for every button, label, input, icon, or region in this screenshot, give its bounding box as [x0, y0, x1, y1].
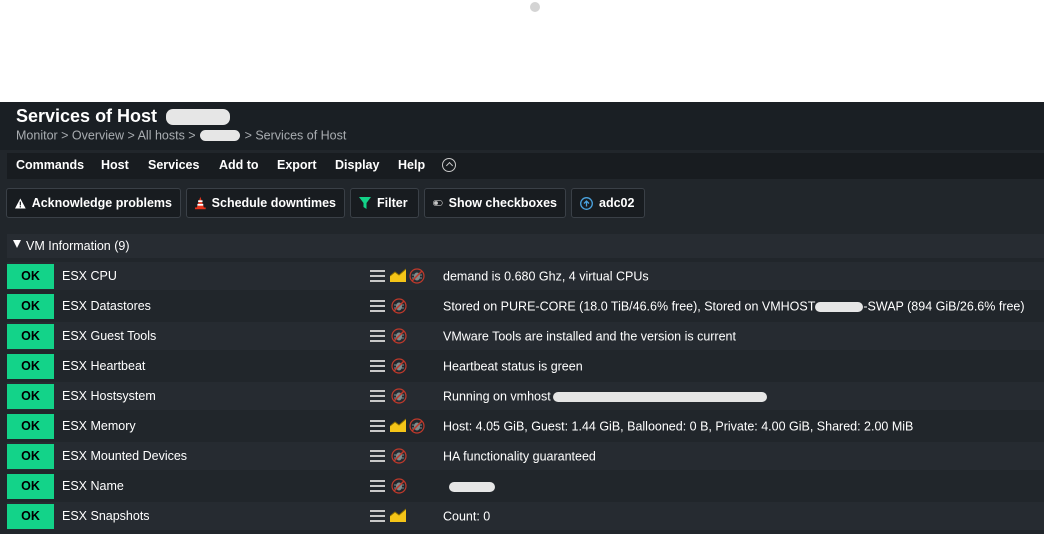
service-name[interactable]: ESX Memory	[62, 419, 136, 433]
notifications-disabled-icon[interactable]	[391, 448, 407, 464]
table-row: OK ESX Snapshots Count: 0	[7, 502, 1044, 530]
state-badge[interactable]: OK	[7, 384, 54, 409]
hamburger-menu-icon[interactable]	[370, 360, 385, 372]
service-name[interactable]: ESX Mounted Devices	[62, 449, 187, 463]
notifications-disabled-icon[interactable]	[409, 268, 425, 284]
state-badge[interactable]: OK	[7, 444, 54, 469]
title-bar: Services of Host Monitor > Overview > Al…	[0, 102, 1044, 150]
breadcrumb-current: > Services of Host	[244, 128, 347, 143]
state-badge[interactable]: OK	[7, 504, 54, 529]
table-row: OK ESX Mounted Devices HA functionality gu…	[7, 442, 1044, 470]
state-badge[interactable]: OK	[7, 264, 54, 289]
show-checkboxes-button[interactable]: Show checkboxes	[424, 188, 566, 218]
service-group-header: VM Information (9)	[7, 234, 1044, 258]
service-name[interactable]: ESX CPU	[62, 269, 117, 283]
menu-add-to[interactable]: Add to	[219, 158, 259, 172]
collapse-triangle-icon[interactable]	[13, 240, 21, 248]
hamburger-menu-icon[interactable]	[370, 270, 385, 282]
service-summary: Heartbeat status is green	[443, 359, 583, 374]
state-badge[interactable]: OK	[7, 414, 54, 439]
loading-indicator	[530, 2, 540, 12]
loading-area	[0, 0, 1044, 102]
table-row: OK ESX Heartbeat Heartbeat status is green	[7, 352, 1044, 380]
table-row: OK ESX Guest Tools VMware Tools are instal…	[7, 322, 1044, 350]
service-summary: Stored on PURE-CORE (18.0 TiB/46.6% free…	[443, 299, 1025, 314]
state-badge[interactable]: OK	[7, 354, 54, 379]
warning-icon	[15, 198, 26, 208]
hamburger-menu-icon[interactable]	[370, 510, 385, 522]
service-summary: Count: 0	[443, 509, 491, 524]
hamburger-menu-icon[interactable]	[370, 480, 385, 492]
menu-help[interactable]: Help	[398, 158, 425, 172]
table-row: OK ESX Name	[7, 472, 1044, 500]
acknowledge-problems-button[interactable]: Acknowledge problems	[6, 188, 181, 218]
hamburger-menu-icon[interactable]	[370, 300, 385, 312]
service-summary: Running on vmhost	[443, 389, 767, 404]
service-summary	[443, 479, 495, 494]
filter-button[interactable]: Filter	[350, 188, 419, 218]
redacted-text	[552, 391, 767, 402]
service-summary: VMware Tools are installed and the versi…	[443, 329, 736, 344]
service-name[interactable]: ESX Datastores	[62, 299, 151, 313]
notifications-disabled-icon[interactable]	[391, 478, 407, 494]
group-title[interactable]: VM Information (9)	[26, 239, 130, 253]
table-row: OK ESX Memory Host: 4.05 GiB, Guest: 1.44 …	[7, 412, 1044, 440]
menu-host[interactable]: Host	[101, 158, 129, 172]
menu-commands[interactable]: Commands	[16, 158, 84, 172]
redacted-text	[815, 301, 864, 312]
redacted-hostname	[166, 109, 231, 126]
site-button[interactable]: adc02	[571, 188, 645, 218]
service-name[interactable]: ESX Name	[62, 479, 124, 493]
table-row: OK ESX Hostsystem Running on vmhost	[7, 382, 1044, 410]
page-title: Services of Host	[16, 106, 231, 127]
state-badge[interactable]: OK	[7, 294, 54, 319]
notifications-disabled-icon[interactable]	[409, 418, 425, 434]
notifications-disabled-icon[interactable]	[391, 328, 407, 344]
filter-icon	[359, 197, 371, 209]
service-summary: Host: 4.05 GiB, Guest: 1.44 GiB, Balloon…	[443, 419, 914, 434]
toggle-icon	[433, 199, 443, 207]
redacted-hostname	[200, 130, 241, 142]
table-row: OK ESX CPU demand is 0.680 Ghz, 4 virtual …	[7, 262, 1044, 290]
redacted-text	[449, 481, 495, 492]
service-name[interactable]: ESX Hostsystem	[62, 389, 156, 403]
hamburger-menu-icon[interactable]	[370, 420, 385, 432]
graph-icon[interactable]	[389, 418, 407, 434]
hamburger-menu-icon[interactable]	[370, 330, 385, 342]
graph-icon[interactable]	[389, 508, 407, 524]
breadcrumb-path[interactable]: Monitor > Overview > All hosts >	[16, 129, 196, 143]
service-name[interactable]: ESX Snapshots	[62, 509, 150, 523]
service-summary: HA functionality guaranteed	[443, 449, 596, 464]
table-row: OK ESX Datastores Stored on PURE-CORE (18.…	[7, 292, 1044, 320]
notifications-disabled-icon[interactable]	[391, 358, 407, 374]
menu-display[interactable]: Display	[335, 158, 379, 172]
menu-bar: Commands Host Services Add to Export Dis…	[7, 153, 1044, 179]
graph-icon[interactable]	[389, 268, 407, 284]
notifications-disabled-icon[interactable]	[391, 298, 407, 314]
hamburger-menu-icon[interactable]	[370, 390, 385, 402]
main-content: Services of Host Monitor > Overview > Al…	[0, 102, 1044, 534]
service-name[interactable]: ESX Heartbeat	[62, 359, 145, 373]
breadcrumb: Monitor > Overview > All hosts > > Servi…	[16, 128, 346, 143]
notifications-disabled-icon[interactable]	[391, 388, 407, 404]
arrow-up-circle-icon	[580, 196, 593, 210]
menu-services[interactable]: Services	[148, 158, 199, 172]
traffic-cone-icon	[195, 196, 206, 210]
service-name[interactable]: ESX Guest Tools	[62, 329, 156, 343]
hamburger-menu-icon[interactable]	[370, 450, 385, 462]
service-summary: demand is 0.680 Ghz, 4 virtual CPUs	[443, 269, 649, 284]
state-badge[interactable]: OK	[7, 324, 54, 349]
schedule-downtimes-button[interactable]: Schedule downtimes	[186, 188, 345, 218]
menu-export[interactable]: Export	[277, 158, 317, 172]
state-badge[interactable]: OK	[7, 474, 54, 499]
collapse-menu-icon[interactable]	[442, 158, 456, 172]
